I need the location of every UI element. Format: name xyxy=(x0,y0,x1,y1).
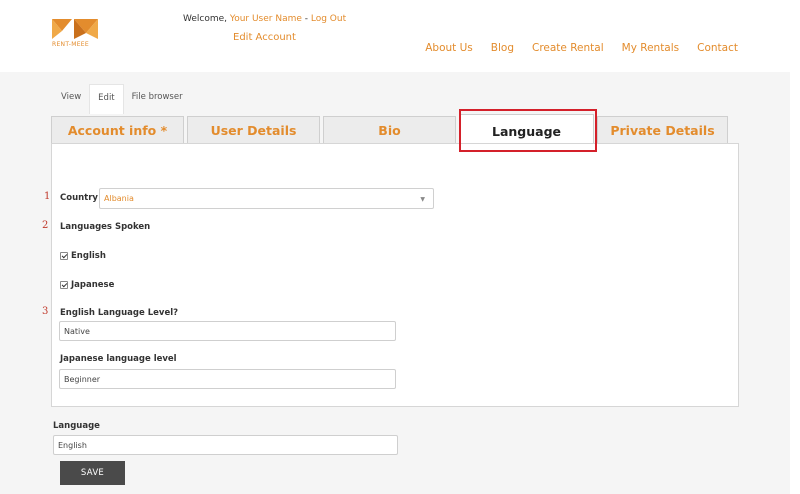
tab-view[interactable]: View xyxy=(53,84,89,114)
welcome-separator: - xyxy=(301,14,311,24)
language-field-value: English xyxy=(58,441,87,450)
logout-link[interactable]: Log Out xyxy=(311,14,346,24)
tab-user-details[interactable]: User Details xyxy=(187,116,320,144)
nav-create-rental[interactable]: Create Rental xyxy=(532,42,604,54)
logo-text: RENT-MEEE xyxy=(52,41,89,48)
country-select-value: Albania xyxy=(104,194,134,203)
country-label: Country xyxy=(60,193,98,203)
languages-spoken-label: Languages Spoken xyxy=(60,222,151,232)
annotation-3: 3 xyxy=(42,306,49,317)
active-tab-highlight xyxy=(459,109,597,152)
chevron-down-icon: ▼ xyxy=(420,196,425,203)
english-checkbox[interactable]: English xyxy=(60,251,106,261)
english-level-label: English Language Level? xyxy=(60,308,179,318)
annotation-2: 2 xyxy=(42,220,49,231)
welcome-text: Welcome, xyxy=(183,14,230,24)
language-field[interactable]: English xyxy=(53,435,398,455)
english-level-field[interactable]: Native xyxy=(59,321,396,341)
checkbox-checked-icon xyxy=(60,252,68,260)
tab-private-details[interactable]: Private Details xyxy=(597,116,728,144)
edit-account-link[interactable]: Edit Account xyxy=(233,32,296,43)
tab-file-browser[interactable]: File browser xyxy=(124,84,191,114)
english-checkbox-label: English xyxy=(71,251,106,261)
language-form-panel xyxy=(51,143,739,407)
japanese-checkbox[interactable]: Japanese xyxy=(60,280,114,290)
tab-bio[interactable]: Bio xyxy=(323,116,456,144)
welcome-bar: Welcome, Your User Name - Log Out xyxy=(183,14,346,24)
user-name-link[interactable]: Your User Name xyxy=(230,14,302,24)
nav-my-rentals[interactable]: My Rentals xyxy=(622,42,680,54)
japanese-level-value: Beginner xyxy=(64,375,101,384)
japanese-level-label: Japanese language level xyxy=(60,354,177,364)
japanese-level-field[interactable]: Beginner xyxy=(59,369,396,389)
nav-contact[interactable]: Contact xyxy=(697,42,738,54)
tab-account-info[interactable]: Account info * xyxy=(51,116,184,144)
save-button[interactable]: SAVE xyxy=(60,461,125,485)
tab-edit[interactable]: Edit xyxy=(89,84,124,114)
main-nav: About Us Blog Create Rental My Rentals C… xyxy=(425,42,738,54)
site-header: RENT-MEEE Welcome, Your User Name - Log … xyxy=(0,0,800,72)
annotation-1: 1 xyxy=(44,191,51,202)
nav-blog[interactable]: Blog xyxy=(491,42,514,54)
country-select[interactable]: Albania ▼ xyxy=(99,188,434,209)
local-tabs: View Edit File browser xyxy=(53,84,191,114)
checkbox-checked-icon xyxy=(60,281,68,289)
nav-about-us[interactable]: About Us xyxy=(425,42,473,54)
japanese-checkbox-label: Japanese xyxy=(71,280,115,290)
english-level-value: Native xyxy=(64,327,90,336)
language-label: Language xyxy=(53,421,100,431)
